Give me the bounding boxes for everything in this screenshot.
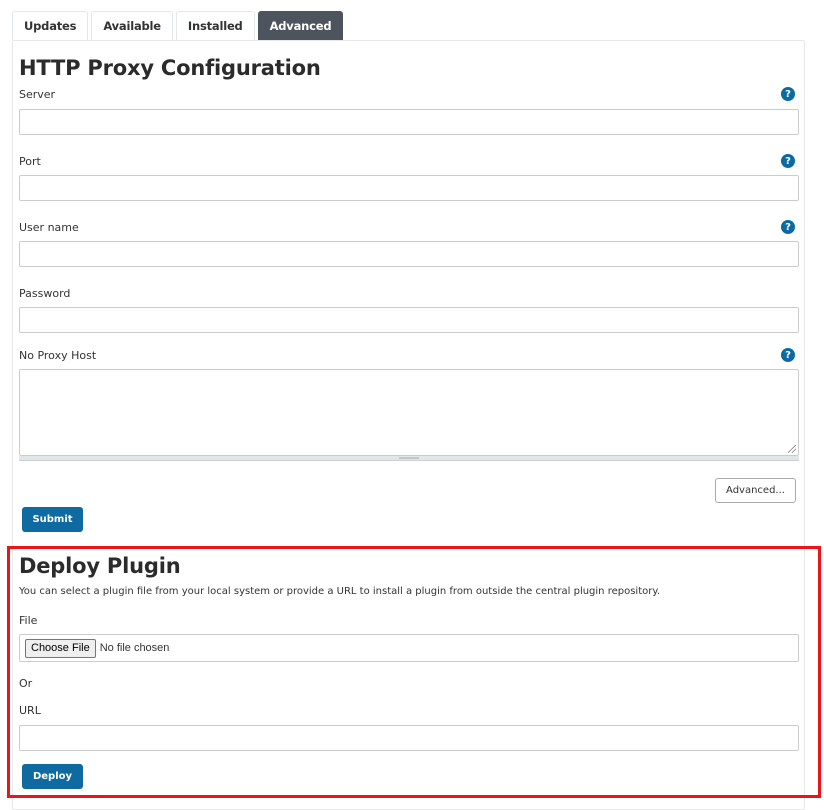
password-label: Password	[19, 287, 71, 300]
tab-bar: Updates Available Installed Advanced	[12, 11, 344, 40]
drag-handle-icon[interactable]	[399, 457, 419, 459]
port-input[interactable]	[19, 175, 799, 201]
port-label: Port	[19, 155, 41, 168]
tab-available[interactable]: Available	[91, 11, 173, 40]
tab-installed[interactable]: Installed	[175, 11, 255, 40]
url-label: URL	[19, 704, 41, 717]
resize-grip-icon[interactable]	[788, 445, 796, 453]
proxy-config-title: HTTP Proxy Configuration	[19, 56, 321, 80]
port-help-icon[interactable]: ?	[781, 154, 795, 168]
submit-button[interactable]: Submit	[22, 507, 83, 532]
deploy-description: You can select a plugin file from your l…	[19, 586, 661, 597]
textarea-resize-bar[interactable]	[19, 456, 799, 461]
no-proxy-host-label: No Proxy Host	[19, 349, 97, 362]
password-input[interactable]	[19, 307, 799, 333]
file-label: File	[19, 614, 38, 627]
username-input[interactable]	[19, 241, 799, 267]
tab-advanced[interactable]: Advanced	[257, 11, 344, 40]
username-help-icon[interactable]: ?	[781, 220, 795, 234]
tab-updates[interactable]: Updates	[12, 11, 89, 40]
choose-file-button[interactable]: Choose File	[25, 638, 96, 658]
username-label: User name	[19, 221, 79, 234]
or-label: Or	[19, 677, 33, 690]
server-help-icon[interactable]: ?	[781, 87, 795, 101]
server-input[interactable]	[19, 109, 799, 135]
url-input[interactable]	[19, 725, 799, 751]
no-file-chosen-text: No file chosen	[99, 642, 170, 654]
file-input[interactable]: Choose File No file chosen	[19, 634, 799, 662]
server-label: Server	[19, 88, 56, 101]
no-proxy-host-help-icon[interactable]: ?	[781, 348, 795, 362]
no-proxy-host-textarea[interactable]	[19, 369, 799, 456]
deploy-button[interactable]: Deploy	[22, 764, 83, 789]
advanced-button[interactable]: Advanced...	[715, 478, 796, 503]
deploy-plugin-title: Deploy Plugin	[19, 554, 181, 578]
